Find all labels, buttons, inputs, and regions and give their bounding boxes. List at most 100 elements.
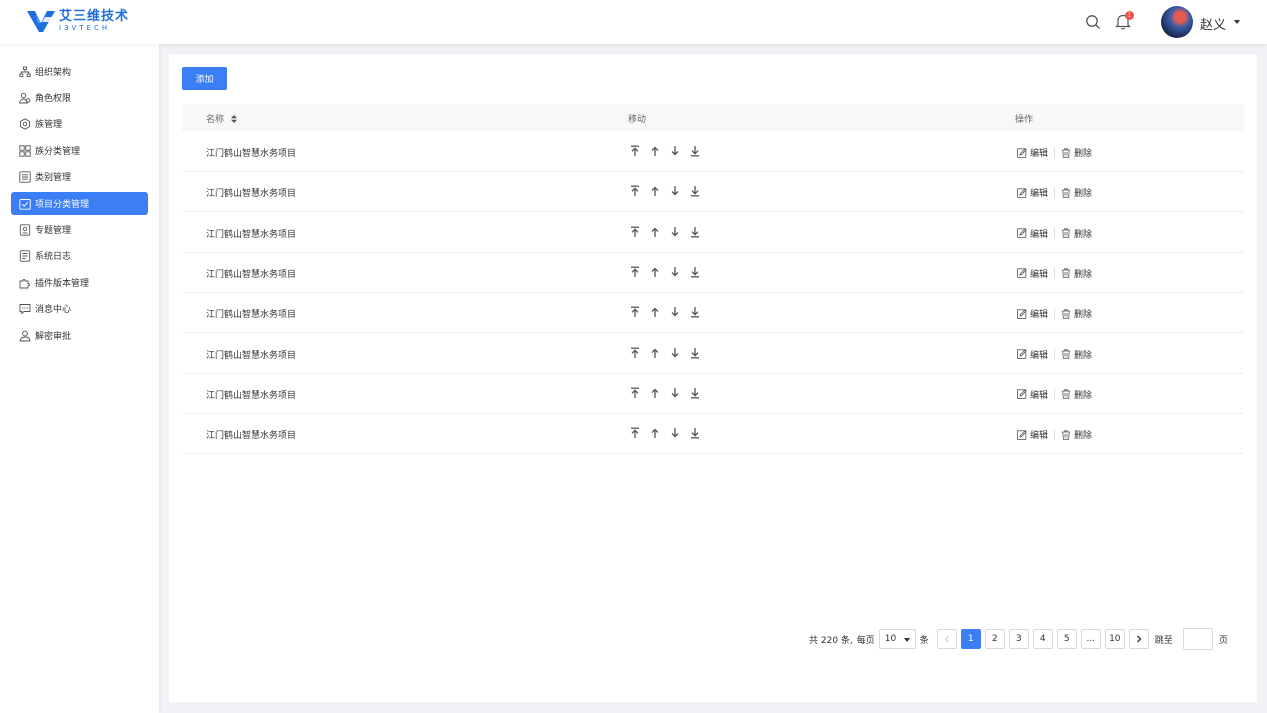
move-to-bottom-icon[interactable] [689,306,701,318]
edit-button[interactable]: 编辑 [1017,267,1048,280]
action-divider [1054,228,1056,239]
sidebar-item-project-category[interactable]: 项目分类管理 [11,192,148,215]
search-icon[interactable] [1085,14,1101,30]
sidebar-item-category-management[interactable]: 类别管理 [11,165,148,188]
delete-button[interactable]: 删除 [1061,307,1092,320]
brand-logo-icon [27,11,55,32]
sidebar-item-system-log[interactable]: 系统日志 [11,244,148,267]
edit-label: 编辑 [1030,149,1049,159]
delete-button[interactable]: 删除 [1061,388,1092,401]
sidebar-item-message-center[interactable]: 消息中心 [11,297,148,320]
move-to-bottom-icon[interactable] [689,185,701,197]
move-to-bottom-icon[interactable] [689,427,701,439]
page-button[interactable]: 4 [1032,629,1053,649]
delete-button[interactable]: 删除 [1061,428,1092,441]
page-button[interactable]: 10 [1104,629,1125,649]
move-to-bottom-icon[interactable] [689,387,701,399]
delete-button[interactable]: 删除 [1061,186,1092,199]
move-to-top-icon[interactable] [629,306,641,318]
page-button[interactable]: 2 [984,629,1005,649]
edit-button[interactable]: 编辑 [1017,428,1048,441]
move-down-icon[interactable] [669,347,681,359]
move-to-top-icon[interactable] [629,185,641,197]
sidebar-item-label: 解密审批 [35,332,72,342]
move-up-icon[interactable] [649,387,661,399]
move-to-top-icon[interactable] [629,347,641,359]
delete-label: 删除 [1074,390,1093,401]
trash-icon [1061,429,1071,440]
move-down-icon[interactable] [669,185,681,197]
jump-page-input[interactable] [1182,628,1213,650]
trash-icon [1061,268,1071,279]
sidebar-item-label: 族分类管理 [35,147,81,157]
puzzle-icon [19,278,30,288]
table-row: 江门鹤山智慧水务项目 编辑 删除 [182,374,1244,414]
page-button[interactable]: 1 [960,629,981,649]
edit-button[interactable]: 编辑 [1017,186,1048,199]
sidebar-item-topic-management[interactable]: 专题管理 [11,218,148,241]
sidebar-item-plugin-version[interactable]: 插件版本管理 [11,271,148,294]
edit-button[interactable]: 编辑 [1017,307,1048,320]
move-up-icon[interactable] [649,427,661,439]
page-ellipsis[interactable]: ... [1080,629,1101,649]
sidebar-item-decrypt-approval[interactable]: 解密审批 [11,324,148,347]
move-to-top-icon[interactable] [629,387,641,399]
delete-button[interactable]: 删除 [1061,267,1092,280]
row-actions: 编辑 删除 [1017,348,1092,361]
delete-button[interactable]: 删除 [1061,348,1092,361]
edit-button[interactable]: 编辑 [1017,146,1048,159]
move-to-bottom-icon[interactable] [689,145,701,157]
topic-icon [19,223,31,236]
move-to-top-icon[interactable] [629,226,641,238]
row-name: 江门鹤山智慧水务项目 [206,149,297,159]
move-down-icon[interactable] [669,266,681,278]
move-down-icon[interactable] [669,387,681,399]
page-size-select[interactable]: 10 [878,629,916,649]
prev-page-button[interactable] [936,629,957,649]
sort-icon[interactable] [230,115,237,123]
column-header-name[interactable]: 名称 [206,112,237,125]
action-divider [1054,268,1056,279]
delete-label: 删除 [1074,269,1093,280]
move-up-icon[interactable] [649,306,661,318]
brand-name-en: I3VTECH [59,24,111,32]
page-button[interactable]: 5 [1056,629,1077,649]
move-up-icon[interactable] [649,226,661,238]
brand-logo[interactable]: 艾三维技术 I3VTECH [26,8,129,34]
move-to-bottom-icon[interactable] [689,347,701,359]
move-up-icon[interactable] [649,145,661,157]
delete-label: 删除 [1074,431,1093,442]
move-up-icon[interactable] [649,347,661,359]
avatar[interactable] [1161,6,1193,38]
sidebar-item-role-permissions[interactable]: 角色权限 [11,86,148,109]
move-down-icon[interactable] [669,145,681,157]
move-up-icon[interactable] [649,266,661,278]
caret-down-icon[interactable] [1234,20,1240,24]
edit-button[interactable]: 编辑 [1017,388,1048,401]
move-down-icon[interactable] [669,306,681,318]
pagination: 共 220 条, 每页 10 条 1 2 3 4 5 ... 10 跳至 页 [809,628,1228,650]
user-name[interactable]: 赵义 [1200,14,1226,33]
page-button[interactable]: 3 [1008,629,1029,649]
trash-icon [1061,228,1071,238]
move-controls [629,226,709,238]
next-page-button[interactable] [1128,629,1149,649]
delete-button[interactable]: 删除 [1061,146,1092,159]
move-to-bottom-icon[interactable] [689,266,701,278]
sidebar-item-family-management[interactable]: 族管理 [11,112,148,135]
sidebar-item-org-structure[interactable]: 组织架构 [11,60,148,83]
delete-button[interactable]: 删除 [1061,227,1092,240]
add-button[interactable]: 添加 [182,67,227,90]
edit-button[interactable]: 编辑 [1017,227,1048,240]
edit-icon [1017,309,1027,319]
move-to-top-icon[interactable] [629,145,641,157]
row-name: 江门鹤山智慧水务项目 [206,350,297,361]
edit-button[interactable]: 编辑 [1017,348,1048,361]
move-to-top-icon[interactable] [629,427,641,439]
move-down-icon[interactable] [669,226,681,238]
move-down-icon[interactable] [669,427,681,439]
sidebar-item-family-category[interactable]: 族分类管理 [11,139,148,162]
move-to-bottom-icon[interactable] [689,226,701,238]
move-up-icon[interactable] [649,185,661,197]
move-to-top-icon[interactable] [629,266,641,278]
